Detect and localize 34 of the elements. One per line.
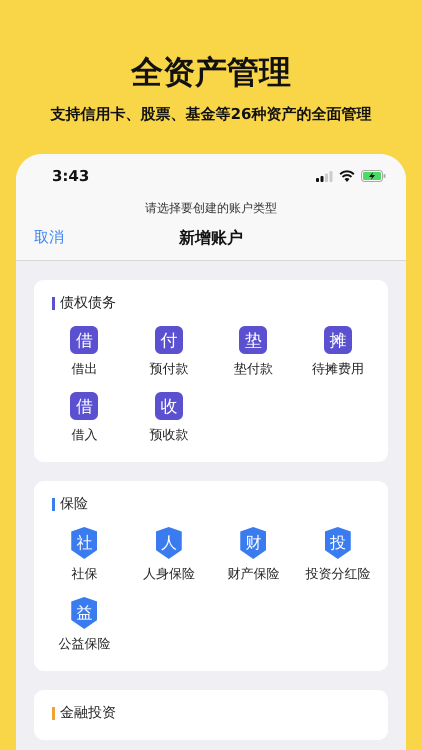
- account-type-label[interactable]: 社保: [71, 565, 98, 583]
- section-title: 债权债务: [60, 294, 116, 312]
- subheadline: 支持信用卡、股票、基金等26种资产的全面管理: [50, 104, 372, 124]
- battery-icon: [361, 170, 386, 182]
- account-type-label[interactable]: 预付款: [149, 360, 188, 378]
- category-icon: 借: [70, 326, 98, 354]
- prompt-text: 请选择要创建的账户类型: [144, 200, 278, 216]
- section-title: 保险: [60, 495, 88, 513]
- shield-icon: 人: [156, 527, 182, 559]
- category-icon: 垫: [239, 326, 268, 354]
- shield-icon: 益: [71, 597, 98, 629]
- shield-icon: 社: [71, 527, 98, 559]
- account-type-label[interactable]: 投资分红险: [305, 565, 370, 583]
- wifi-icon: [339, 170, 355, 182]
- shield-icon: 财: [240, 527, 266, 559]
- account-type-label[interactable]: 待摊费用: [312, 360, 364, 378]
- headline: 全资产管理: [131, 52, 291, 92]
- account-type-label[interactable]: 人身保险: [142, 565, 195, 583]
- account-type-label[interactable]: 借入: [71, 426, 98, 444]
- shield-icon: 投: [324, 527, 351, 559]
- status-time: 3:43: [52, 167, 90, 185]
- signal-icon: [316, 170, 333, 182]
- account-type-label[interactable]: 借出: [71, 360, 98, 378]
- category-icon: 借: [70, 392, 98, 420]
- category-icon: 摊: [324, 326, 352, 354]
- cancel-button[interactable]: 取消: [34, 228, 64, 247]
- nav-title: 新增账户: [179, 228, 243, 248]
- category-icon: 付: [154, 326, 183, 354]
- account-type-label[interactable]: 预收款: [149, 426, 188, 444]
- account-type-label[interactable]: 垫付款: [234, 360, 273, 378]
- account-type-label[interactable]: 财产保险: [227, 565, 280, 583]
- section-title: 金融投资: [60, 704, 116, 722]
- account-type-label[interactable]: 公益保险: [58, 635, 110, 653]
- category-icon: 收: [154, 392, 183, 420]
